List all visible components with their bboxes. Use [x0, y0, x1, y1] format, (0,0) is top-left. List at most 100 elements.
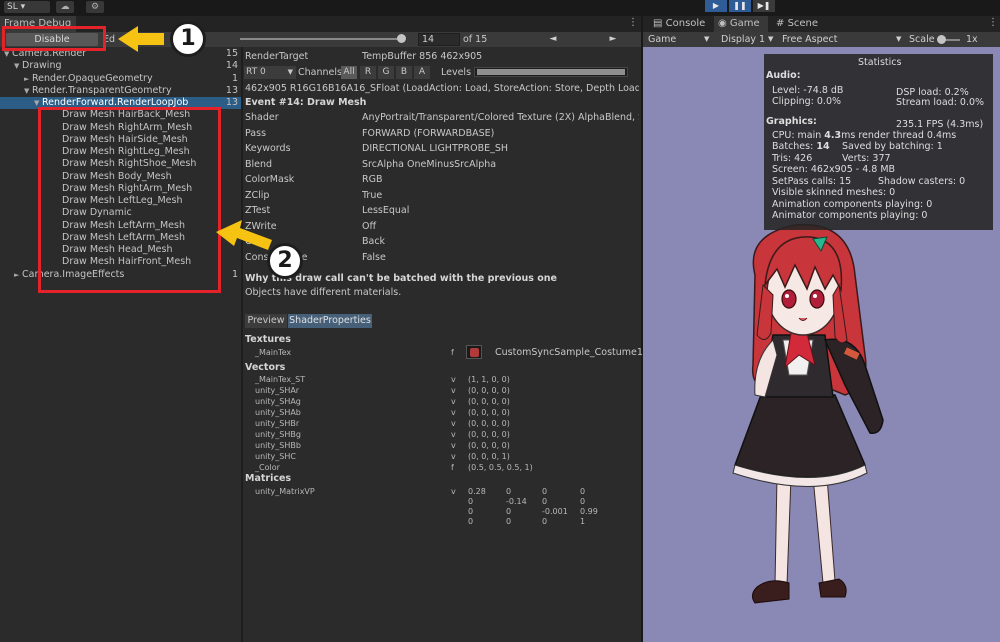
tree-item[interactable]: ▼ Drawing 14	[0, 60, 241, 72]
tree-item-label: Drawing	[22, 60, 62, 72]
matrix-cell: 0	[542, 517, 548, 526]
scene-grid-icon: #	[776, 18, 788, 29]
channel-b-button[interactable]: B	[396, 66, 412, 79]
event-slider-handle[interactable]	[397, 34, 406, 43]
play-icon[interactable]: ▶	[705, 0, 727, 12]
step-icon[interactable]: ▶❚	[753, 0, 775, 12]
stats-clipping: Clipping: 0.0%	[772, 96, 842, 107]
matrix-cell: 1	[580, 517, 586, 526]
tab-console-label: Console	[665, 18, 706, 29]
panel-divider[interactable]	[241, 47, 243, 642]
cloud-icon[interactable]: ☁	[56, 1, 74, 13]
stats-animator: Animator components playing: 0	[772, 210, 928, 221]
stats-screen: Screen: 462x905 - 4.8 MB	[772, 164, 896, 175]
current-event-field[interactable]: 14	[418, 33, 460, 46]
property-value: AnyPortrait/Transparent/Colored Texture …	[362, 112, 639, 123]
textures-title: Textures	[245, 334, 291, 345]
tab-game[interactable]: ◉ Game	[714, 16, 768, 32]
vector-value: (0, 0, 0, 0)	[468, 441, 510, 450]
property-value: SrcAlpha OneMinusSrcAlpha	[362, 158, 497, 170]
stats-audio-title: Audio:	[766, 70, 801, 81]
tree-item[interactable]: ► Render.OpaqueGeometry 1	[0, 73, 241, 85]
expand-right-icon[interactable]: ►	[24, 73, 32, 85]
channel-g-button[interactable]: G	[378, 66, 394, 79]
channel-a-button[interactable]: A	[414, 66, 430, 79]
expand-down-icon[interactable]: ▼	[24, 85, 32, 97]
vector-type: v	[451, 386, 456, 395]
event-slider-track[interactable]	[240, 38, 405, 40]
tree-item-count: 15	[225, 48, 238, 59]
vector-name: unity_SHC	[255, 452, 296, 461]
stats-skinned: Visible skinned meshes: 0	[772, 187, 896, 198]
aspect-dropdown[interactable]: Free Aspect	[782, 32, 837, 47]
vector-type: v	[451, 452, 456, 461]
gear-icon[interactable]: ⚙	[86, 1, 104, 13]
annotation-box-draw-calls	[38, 107, 221, 293]
previous-event-button[interactable]: ◄	[523, 33, 583, 46]
tab-preview[interactable]: Preview	[245, 314, 287, 328]
tree-item-count: 14	[225, 60, 238, 72]
property-key: Keywords	[245, 143, 291, 154]
display-dropdown[interactable]: Display 1	[721, 32, 765, 47]
more-options-icon[interactable]: ⋮	[628, 17, 638, 28]
matrix-cell: 0	[506, 517, 512, 526]
expand-down-icon[interactable]: ▼	[14, 60, 22, 72]
property-value: Back	[362, 236, 386, 247]
game-view-dropdown[interactable]: Game	[648, 32, 676, 47]
vector-name: unity_SHBr	[255, 419, 300, 428]
stats-verts: Verts: 377	[842, 153, 891, 164]
stats-fps: 235.1 FPS (4.3ms)	[896, 119, 984, 130]
console-icon: ▤	[653, 18, 666, 29]
channels-label: Channels	[298, 67, 342, 78]
chevron-down-icon: ▼	[704, 35, 710, 43]
property-value: Off	[362, 220, 377, 232]
stats-batches-value: 14	[816, 141, 830, 152]
matrices-title: Matrices	[245, 473, 292, 484]
game-more-options-icon[interactable]: ⋮	[988, 17, 998, 28]
stats-graphics-title: Graphics:	[766, 116, 817, 127]
batch-reason-text: Objects have different materials.	[245, 287, 402, 298]
annotation-arrow-2	[216, 220, 272, 250]
scale-value: 1x	[966, 34, 978, 45]
rt-select-label: RT 0	[246, 67, 266, 77]
pause-icon[interactable]: ❚❚	[729, 0, 751, 12]
scale-slider-handle[interactable]	[937, 35, 946, 44]
property-value: True	[362, 189, 383, 201]
property-key: Blend	[245, 158, 273, 170]
matrix-name: unity_MatrixVP	[255, 487, 315, 496]
vector-name: unity_SHAg	[255, 397, 301, 406]
next-event-button[interactable]: ►	[583, 33, 643, 46]
rt-select[interactable]: RT 0 ▼	[244, 66, 296, 79]
vector-type: v	[451, 441, 456, 450]
stats-tris: Tris: 426	[772, 153, 813, 164]
event-title: Event #14: Draw Mesh	[245, 97, 367, 108]
tab-game-label: Game	[729, 18, 760, 29]
vector-type: v	[451, 430, 456, 439]
vector-name: _MainTex_ST	[255, 375, 306, 384]
stats-title: Statistics	[858, 57, 902, 68]
tab-console[interactable]: ▤ Console	[649, 16, 713, 32]
property-key: ColorMask	[245, 174, 295, 185]
property-value: DIRECTIONAL LIGHTPROBE_SH	[362, 143, 509, 154]
chevron-down-icon: ▼	[896, 35, 902, 43]
property-key: ZTest	[245, 205, 271, 216]
account-dropdown[interactable]: SL ▾	[4, 1, 50, 13]
tab-scene[interactable]: # Scene	[772, 16, 832, 32]
channel-all-button[interactable]: All	[341, 66, 357, 79]
texture-name: _MainTex	[255, 348, 292, 357]
tab-scene-label: Scene	[787, 18, 819, 29]
stats-shadow: Shadow casters: 0	[878, 176, 966, 187]
annotation-arrow-1	[118, 26, 164, 52]
channel-r-button[interactable]: R	[360, 66, 376, 79]
vector-value: (1, 1, 0, 0)	[468, 375, 510, 384]
tab-shader-properties[interactable]: ShaderProperties	[288, 314, 372, 328]
aspect-label: Free Aspect	[782, 34, 838, 45]
property-value: LessEqual	[362, 205, 410, 216]
matrix-cell: 0	[468, 517, 474, 526]
matrix-type: v	[451, 487, 456, 496]
expand-right-icon[interactable]: ►	[14, 269, 22, 281]
stats-batches-prefix: Batches:	[772, 141, 817, 152]
vector-value: (0, 0, 0, 0)	[468, 386, 510, 395]
texture-thumbnail[interactable]	[466, 345, 482, 359]
tree-item[interactable]: ▼ Render.TransparentGeometry 13	[0, 85, 241, 97]
